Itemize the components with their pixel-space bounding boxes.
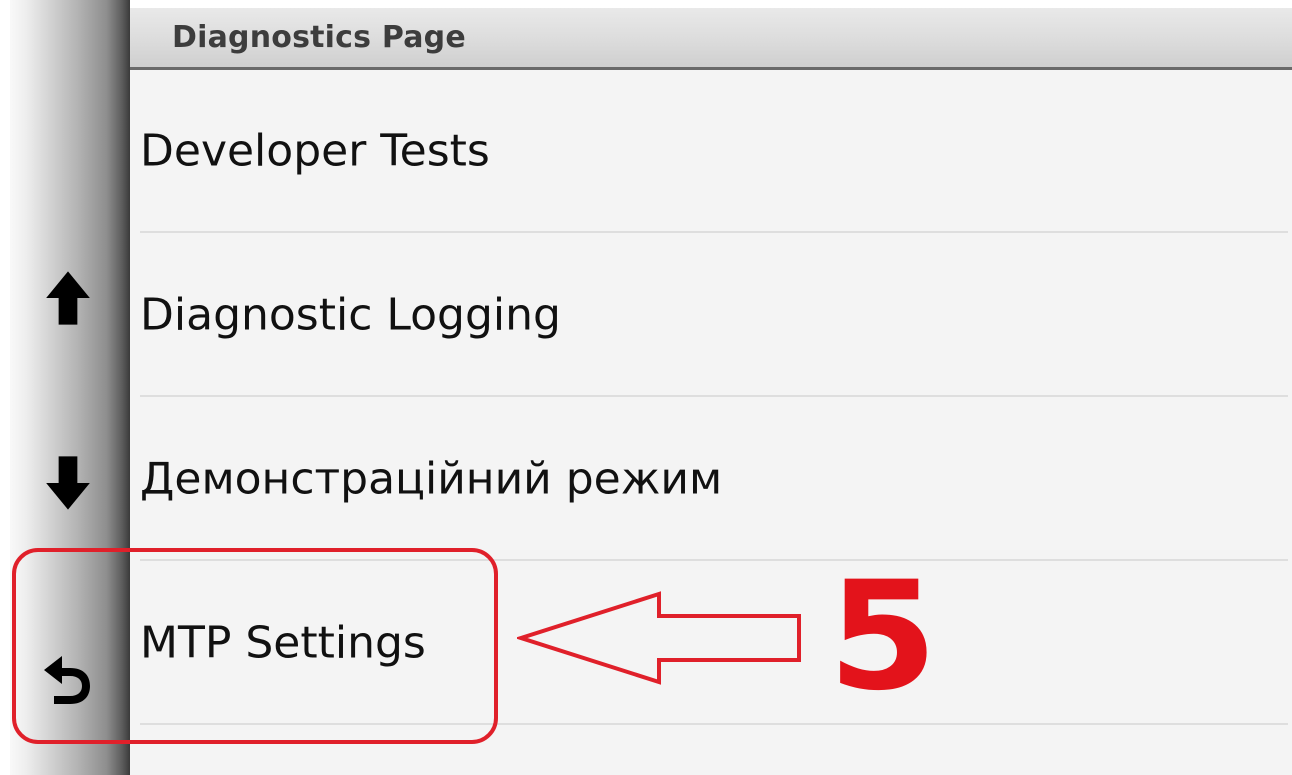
scroll-down-button[interactable] <box>28 443 108 523</box>
list-item-developer-tests[interactable]: Developer Tests <box>130 70 1292 232</box>
page-header: Diagnostics Page <box>130 8 1292 70</box>
list-item-label: Diagnostic Logging <box>140 289 561 341</box>
list-item-demo-mode[interactable]: Демонстраційний режим <box>130 398 1292 560</box>
list-item-diagnostic-logging[interactable]: Diagnostic Logging <box>130 234 1292 396</box>
diagnostics-screen: Diagnostics Page Developer Tests Diagnos… <box>0 0 1292 775</box>
scroll-up-button[interactable] <box>28 258 108 338</box>
arrow-down-icon <box>46 456 90 510</box>
list-item-label: Developer Tests <box>140 125 490 177</box>
divider <box>140 395 1288 397</box>
annotation-arrow-icon <box>517 591 801 685</box>
annotation-step-number: 5 <box>828 550 938 724</box>
divider <box>140 231 1288 233</box>
list-item-label: Демонстраційний режим <box>140 453 723 505</box>
annotation-highlight-box <box>12 548 498 744</box>
page-title: Diagnostics Page <box>172 20 466 55</box>
side-strip <box>0 0 10 775</box>
arrow-up-icon <box>46 271 90 325</box>
